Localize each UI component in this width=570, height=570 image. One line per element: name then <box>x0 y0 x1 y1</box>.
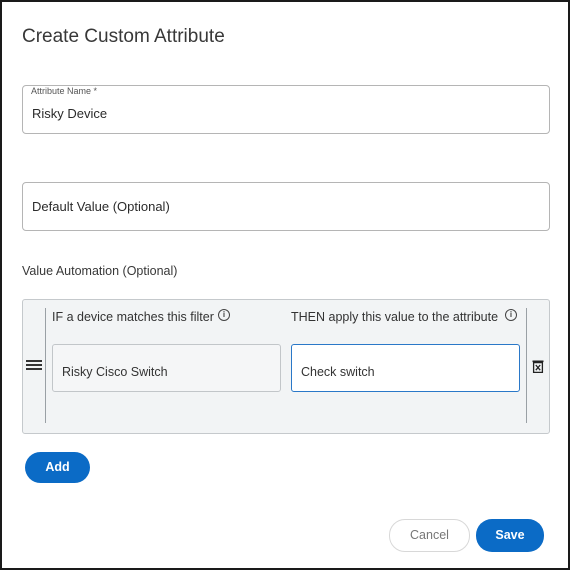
drag-handle-icon[interactable] <box>25 358 43 376</box>
dialog-title: Create Custom Attribute <box>22 26 225 47</box>
if-filter-header: IF a device matches this filter <box>52 310 214 324</box>
rule-left-divider <box>45 308 46 423</box>
attribute-value-text: Check switch <box>301 365 375 379</box>
info-icon[interactable]: i <box>505 309 517 321</box>
attribute-name-value: Risky Device <box>32 106 108 121</box>
then-value-header: THEN apply this value to the attribute <box>291 310 499 324</box>
add-button[interactable]: Add <box>25 452 90 483</box>
default-value-placeholder: Default Value (Optional) <box>32 199 170 214</box>
automation-rule-row: IF a device matches this filter i THEN a… <box>22 299 550 434</box>
cancel-button[interactable]: Cancel <box>389 519 470 552</box>
info-icon[interactable]: i <box>218 309 230 321</box>
value-automation-label: Value Automation (Optional) <box>22 264 178 278</box>
attribute-name-label: Attribute Name * <box>31 86 98 96</box>
trash-icon[interactable] <box>532 360 544 373</box>
default-value-field[interactable]: Default Value (Optional) <box>22 182 550 231</box>
attribute-value-input[interactable]: Check switch <box>291 344 520 392</box>
attribute-name-field[interactable]: Attribute Name * Risky Device <box>22 85 550 134</box>
rule-right-divider <box>526 308 527 423</box>
filter-value: Risky Cisco Switch <box>62 365 168 379</box>
save-button[interactable]: Save <box>476 519 544 552</box>
filter-select[interactable]: Risky Cisco Switch <box>52 344 281 392</box>
